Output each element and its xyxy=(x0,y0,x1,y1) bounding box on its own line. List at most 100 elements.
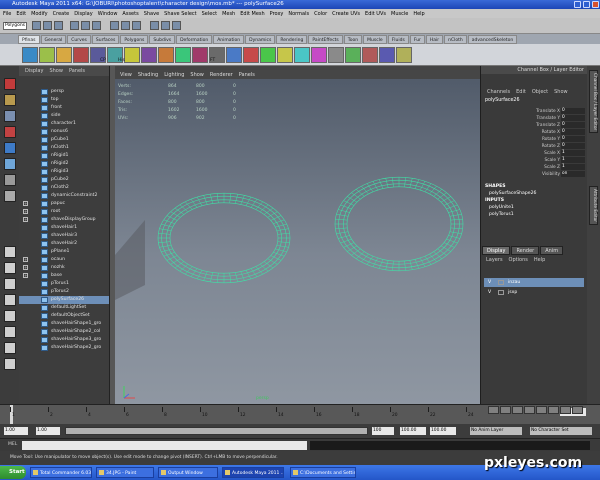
expand-icon[interactable]: + xyxy=(23,201,28,206)
two-pane-layout-icon[interactable] xyxy=(4,278,16,290)
outliner-item[interactable]: nRigid2 xyxy=(19,160,109,168)
taskbar-task[interactable]: 34.JPG - Paint xyxy=(96,467,154,478)
outliner-menu-show[interactable]: Show xyxy=(49,68,63,74)
menu-select[interactable]: Select xyxy=(202,11,217,17)
single-pane-layout-icon[interactable] xyxy=(4,246,16,258)
new-scene-icon[interactable] xyxy=(32,21,41,30)
scale-tool-icon[interactable] xyxy=(4,158,16,170)
render-settings-icon[interactable] xyxy=(172,21,181,30)
outliner-item[interactable]: top xyxy=(19,96,109,104)
menu-mesh[interactable]: Mesh xyxy=(222,11,235,17)
menu-shave[interactable]: Shave xyxy=(144,11,159,17)
channel-attribute[interactable]: Rotate X0 xyxy=(481,129,588,136)
channel-attribute[interactable]: Rotate Y0 xyxy=(481,136,588,143)
start-button[interactable]: Start xyxy=(0,466,26,479)
four-pane-layout-icon[interactable] xyxy=(4,262,16,274)
hypershade-layout-icon[interactable] xyxy=(4,326,16,338)
step-forward-key-button[interactable] xyxy=(560,406,571,414)
tab-anim[interactable]: Anim xyxy=(540,246,564,255)
select-hierarchy-icon[interactable] xyxy=(70,21,79,30)
shelf-button-icon[interactable] xyxy=(362,47,378,63)
channel-attribute[interactable]: Rotate Z0 xyxy=(481,143,588,150)
close-button[interactable] xyxy=(592,1,599,8)
outliner-item[interactable]: + base xyxy=(19,272,109,280)
shelf-tab-muscle[interactable]: Muscle xyxy=(363,34,387,44)
outliner-item[interactable]: + papuc xyxy=(19,200,109,208)
channel-menu-edit[interactable]: Edit xyxy=(516,89,526,95)
shelf-tab-subdivs[interactable]: Subdivs xyxy=(149,34,176,44)
menu-display[interactable]: Display xyxy=(74,11,92,17)
step-back-button[interactable] xyxy=(512,406,523,414)
outliner-menu-panels[interactable]: Panels xyxy=(69,68,85,74)
attribute-value[interactable]: 0 xyxy=(561,122,585,128)
menu-file[interactable]: File xyxy=(3,11,11,17)
outliner-item[interactable]: shaveHairShape2_gro xyxy=(19,344,109,352)
menu-edit-mesh[interactable]: Edit Mesh xyxy=(240,11,264,17)
shelf-tab-surfaces[interactable]: Surfaces xyxy=(91,34,120,44)
attribute-value[interactable]: 1 xyxy=(561,150,585,156)
attribute-value[interactable]: 0 xyxy=(561,115,585,121)
outliner-item[interactable]: persp xyxy=(19,88,109,96)
shelf-tab-general[interactable]: General xyxy=(40,34,67,44)
menu-create[interactable]: Create xyxy=(53,11,70,17)
outliner-item[interactable]: nRigid3 xyxy=(19,168,109,176)
attribute-value[interactable]: 0 xyxy=(561,136,585,142)
shelf-tab-deformation[interactable]: Deformation xyxy=(176,34,213,44)
outliner-item[interactable]: pCube1 xyxy=(19,136,109,144)
manipulator-icon[interactable] xyxy=(4,174,16,186)
select-object-icon[interactable] xyxy=(81,21,90,30)
outliner-item[interactable]: pPlane1 xyxy=(19,248,109,256)
shelf-button-icon[interactable] xyxy=(396,47,412,63)
outliner-item[interactable]: defaultObjectSet xyxy=(19,312,109,320)
move-tool-icon[interactable] xyxy=(4,126,16,138)
torus-right-wireframe[interactable] xyxy=(334,176,464,272)
end-time-field[interactable]: 100.00 xyxy=(400,427,426,435)
step-back-key-button[interactable] xyxy=(500,406,511,414)
taskbar-task[interactable]: Output Window xyxy=(158,467,218,478)
menu-window[interactable]: Window xyxy=(98,11,118,17)
input-node[interactable]: polyTorus1 xyxy=(489,212,514,217)
channel-attribute[interactable]: Scale X1 xyxy=(481,150,588,157)
outliner-item[interactable]: nonus6 xyxy=(19,128,109,136)
shelf-button-icon[interactable] xyxy=(379,47,395,63)
playback-start-field[interactable]: 1.00 xyxy=(36,427,60,435)
shelf-button-icon[interactable] xyxy=(73,47,89,63)
shelf-button-icon[interactable] xyxy=(260,47,276,63)
torus-wireframes[interactable] xyxy=(115,79,480,405)
layer-menu-options[interactable]: Options xyxy=(509,257,528,263)
attribute-value[interactable]: 0 xyxy=(561,143,585,149)
outliner-item[interactable]: side xyxy=(19,112,109,120)
shelf-tab-dynamics[interactable]: Dynamics xyxy=(245,34,276,44)
attribute-value[interactable]: on xyxy=(561,171,585,177)
snap-curve-icon[interactable] xyxy=(121,21,130,30)
menu-muscle[interactable]: Muscle xyxy=(391,11,408,17)
attribute-value[interactable]: 1 xyxy=(561,164,585,170)
paint-select-icon[interactable] xyxy=(4,110,16,122)
channel-menu-channels[interactable]: Channels xyxy=(487,89,510,95)
shelf-button-icon[interactable] xyxy=(243,47,259,63)
shelf-tab-fluids[interactable]: Fluids xyxy=(387,34,409,44)
play-forward-button[interactable] xyxy=(536,406,547,414)
character-set-select[interactable]: No Character Set xyxy=(530,427,592,435)
menu-modify[interactable]: Modify xyxy=(31,11,48,17)
shelf-tab-advancedskeleton[interactable]: advancedSkeleton xyxy=(467,34,518,44)
minimize-button[interactable] xyxy=(574,1,581,8)
outliner-item[interactable]: nCloth2 xyxy=(19,184,109,192)
shelf-tab-pfinas[interactable]: Pfinas xyxy=(18,34,40,44)
layer-visibility-toggle[interactable]: V xyxy=(488,288,491,297)
menu-color[interactable]: Color xyxy=(314,11,327,17)
shelf-tab-polygons[interactable]: Polygons xyxy=(120,34,149,44)
save-scene-icon[interactable] xyxy=(54,21,63,30)
menu-assets[interactable]: Assets xyxy=(122,11,138,17)
outliner-item[interactable]: shaveHair1 xyxy=(19,224,109,232)
rotate-tool-icon[interactable] xyxy=(4,142,16,154)
layer-visibility-toggle[interactable]: V xyxy=(488,278,491,287)
snap-grid-icon[interactable] xyxy=(110,21,119,30)
menu-edit-uvs[interactable]: Edit UVs xyxy=(365,11,386,17)
menu-proxy[interactable]: Proxy xyxy=(270,11,284,17)
object-name[interactable]: polySurface26 xyxy=(485,98,520,103)
shelf-tab-rendering[interactable]: Rendering xyxy=(276,34,308,44)
shelf-tab-painteffects[interactable]: PaintEffects xyxy=(308,34,343,44)
end-time-field-2[interactable]: 100.00 xyxy=(430,427,456,435)
shelf-tab-toon[interactable]: Toon xyxy=(343,34,363,44)
